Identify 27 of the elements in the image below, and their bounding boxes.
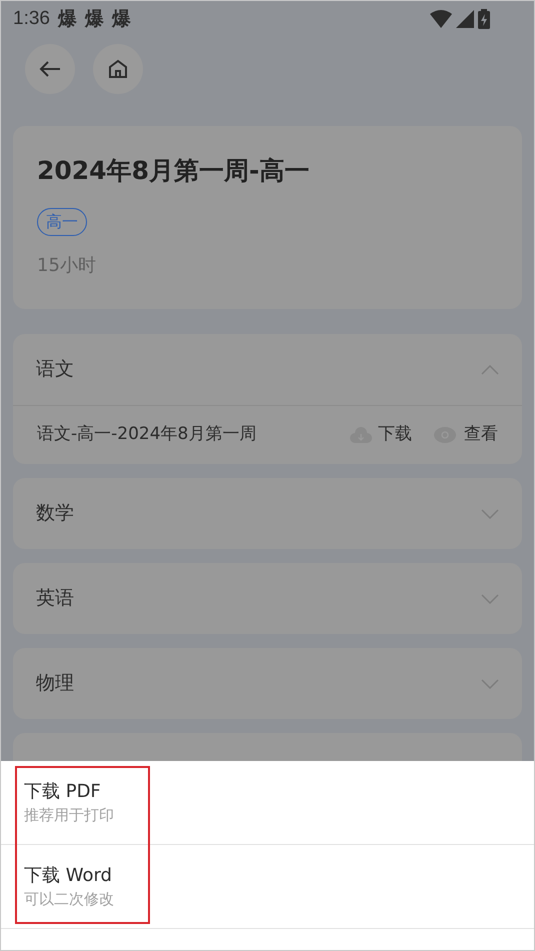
subject-name[interactable]: 物理 (36, 669, 74, 698)
download-option[interactable]: 下载 PDF 推荐用于打印 (1, 761, 534, 845)
notification-icon: 爆 (58, 4, 77, 34)
duration-text: 15小时 (37, 254, 97, 278)
grade-tag: 高一 (37, 208, 87, 236)
view-button[interactable]: 查看 (434, 422, 498, 448)
download-option[interactable]: 下载 Word 可以二次修改 (1, 845, 534, 929)
download-button[interactable]: 下载 (350, 422, 412, 448)
subject-name[interactable]: 语文 (36, 355, 74, 384)
notification-icon: 爆 (112, 4, 131, 34)
signal-icon (456, 10, 474, 28)
battery-icon (478, 9, 490, 29)
back-button[interactable] (25, 44, 75, 94)
chevron-down-icon (481, 594, 499, 604)
subject-name[interactable]: 数学 (36, 499, 74, 528)
status-time: 1:36 (13, 6, 50, 31)
subject-name[interactable]: 英语 (36, 584, 74, 613)
back-arrow-icon (39, 61, 61, 77)
home-icon (108, 59, 128, 79)
notification-icon: 爆 (84, 4, 104, 34)
file-name: 语文-高一-2024年8月第一周 (37, 423, 258, 446)
chevron-down-icon (481, 508, 499, 518)
home-button[interactable] (93, 44, 143, 94)
wifi-icon (430, 10, 452, 28)
chevron-down-icon (481, 678, 499, 688)
course-title: 2024年8月第一周-高一 (37, 155, 310, 187)
chevron-up-icon (481, 364, 499, 374)
